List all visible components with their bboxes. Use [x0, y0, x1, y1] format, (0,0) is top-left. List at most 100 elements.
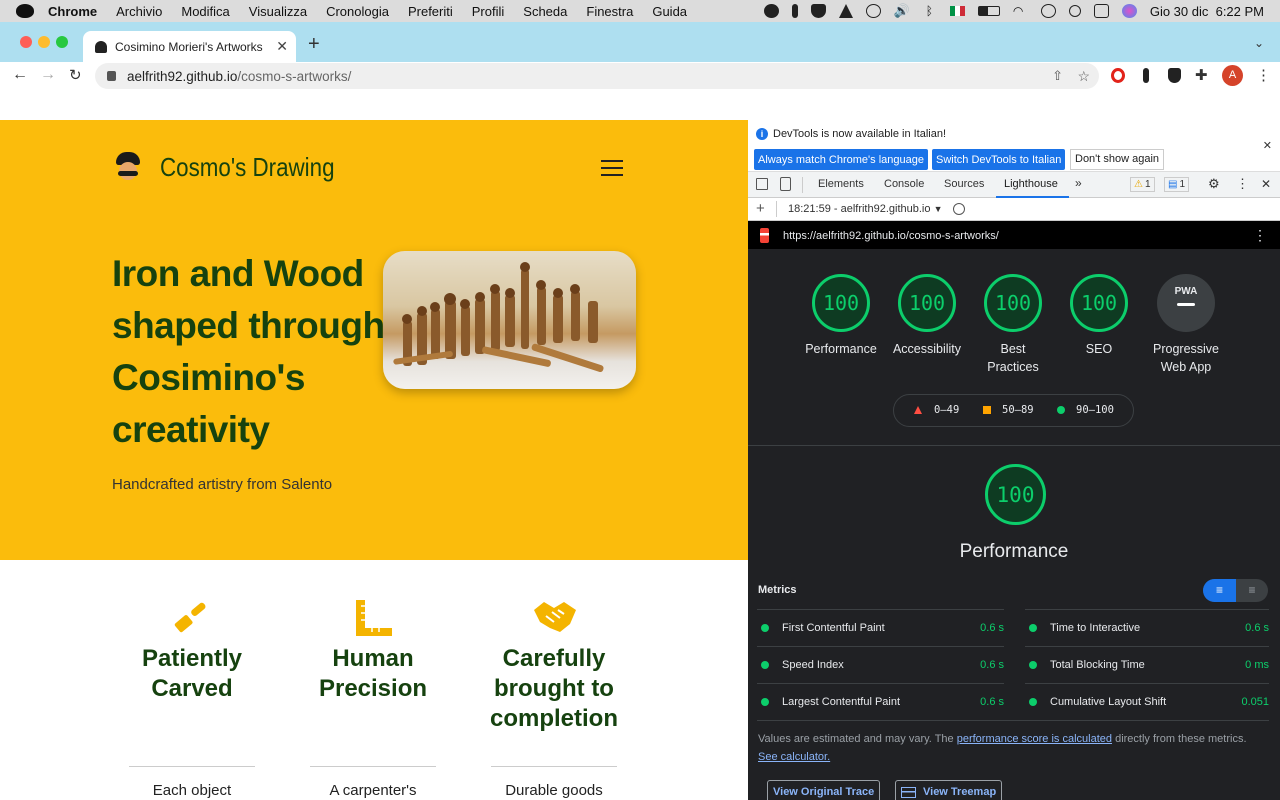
play-icon[interactable]	[865, 4, 881, 18]
bluetooth-icon[interactable]: ᛒ	[922, 4, 937, 18]
menu-modifica[interactable]: Modifica	[181, 4, 229, 19]
control-center-icon[interactable]	[1093, 4, 1109, 18]
tab-elements[interactable]: Elements	[818, 178, 864, 190]
messages-badge[interactable]: ▤ 1	[1164, 177, 1190, 192]
zoom-window-button[interactable]	[56, 36, 68, 48]
tab-console[interactable]: Console	[884, 178, 924, 190]
close-tab-icon[interactable]: ✕	[276, 38, 288, 55]
wifi-icon[interactable]: ◠	[1013, 4, 1028, 18]
switch-to-italian-button[interactable]: Switch DevTools to Italian	[932, 149, 1066, 170]
back-arrow-icon[interactable]: ←	[12, 66, 28, 84]
metric-value: 0 ms	[1245, 659, 1269, 671]
opera-extension-icon[interactable]	[1111, 68, 1125, 83]
apple-icon[interactable]	[16, 4, 34, 18]
location-icon[interactable]	[763, 4, 779, 18]
performance-score-large: 100	[996, 482, 1035, 507]
battery-icon[interactable]	[977, 6, 1000, 16]
close-window-button[interactable]	[20, 36, 32, 48]
volume-icon[interactable]: 🔊	[894, 4, 910, 18]
tab-lighthouse[interactable]: Lighthouse	[1004, 178, 1058, 190]
gauge-best-practices-score: 100	[994, 291, 1032, 315]
menu-profili[interactable]: Profili	[472, 4, 505, 19]
shield-extension-icon[interactable]	[1168, 68, 1181, 83]
minimize-window-button[interactable]	[38, 36, 50, 48]
report-menu-icon[interactable]: ⋮	[1253, 227, 1267, 244]
tab-sources[interactable]: Sources	[944, 178, 984, 190]
report-url[interactable]: https://aelfrith92.github.io/cosmo-s-art…	[783, 230, 999, 242]
metric-first-contentful-paint: First Contentful Paint 0.6 s	[757, 609, 1004, 646]
menubar-clock[interactable]: Gio 30 dic 6:22 PM	[1150, 4, 1264, 19]
view-treemap-button[interactable]: View Treemap	[895, 780, 1003, 800]
menu-archivio[interactable]: Archivio	[116, 4, 162, 19]
share-icon[interactable]: ⇧	[1052, 68, 1063, 84]
feature-title-precision: Human Precision	[318, 645, 428, 702]
gauge-accessibility[interactable]: 100	[898, 274, 956, 332]
report-selector[interactable]: 18:21:59 - aelfrith92.github.io ▼	[788, 203, 942, 215]
feature-divider	[310, 766, 436, 767]
devtools-menu-icon[interactable]: ⋮	[1236, 176, 1249, 192]
chrome-menu-icon[interactable]: ⋮	[1256, 66, 1271, 84]
view-original-trace-button[interactable]: View Original Trace	[767, 780, 881, 800]
warning-count: 1	[1144, 179, 1151, 190]
hamburger-menu-icon[interactable]	[601, 160, 623, 176]
gauge-best-practices[interactable]: 100	[984, 274, 1042, 332]
menu-cronologia[interactable]: Cronologia	[326, 4, 389, 19]
key-extension-icon[interactable]	[1143, 68, 1149, 83]
menu-chrome[interactable]: Chrome	[48, 4, 97, 19]
devtools-panel: i DevTools is now available in Italian! …	[748, 120, 1280, 800]
warning-icon: ⚠	[1134, 179, 1143, 190]
menu-visualizza[interactable]: Visualizza	[249, 4, 307, 19]
pass-dot-icon	[761, 624, 769, 632]
browser-tab[interactable]: Cosimino Morieri's Artworks ✕	[83, 31, 296, 62]
message-icon: ▤	[1168, 179, 1178, 190]
gauge-pwa[interactable]: PWA	[1157, 274, 1215, 332]
address-bar[interactable]: aelfrith92.github.io/cosmo-s-artworks/ ⇧…	[95, 63, 1099, 89]
spotlight-search-icon[interactable]	[1068, 5, 1081, 17]
extensions-puzzle-icon[interactable]: ✚	[1195, 66, 1208, 84]
detail-view-icon[interactable]: ≡	[1236, 579, 1268, 602]
inspect-element-icon[interactable]	[756, 178, 768, 190]
close-infobar-icon[interactable]: ✕	[1263, 139, 1272, 152]
time-machine-icon[interactable]	[1040, 4, 1056, 18]
summary-view-icon[interactable]: ≡	[1203, 579, 1236, 602]
metric-speed-index: Speed Index 0.6 s	[757, 646, 1004, 683]
see-calculator-link[interactable]: See calculator.	[758, 751, 830, 763]
menu-guida[interactable]: Guida	[652, 4, 687, 19]
vlc-icon[interactable]	[838, 4, 853, 18]
reload-icon[interactable]: ↻	[69, 66, 82, 84]
report-url-bar: https://aelfrith92.github.io/cosmo-s-art…	[748, 221, 1280, 249]
message-count: 1	[1179, 179, 1186, 190]
device-toolbar-icon[interactable]	[780, 177, 791, 191]
new-report-plus-icon[interactable]: +	[756, 200, 765, 217]
menu-preferiti[interactable]: Preferiti	[408, 4, 453, 19]
score-calculation-link[interactable]: performance score is calculated	[957, 733, 1112, 745]
clear-reports-icon[interactable]	[953, 203, 965, 215]
settings-gear-icon[interactable]: ⚙	[1208, 176, 1220, 192]
lock-icon[interactable]	[107, 71, 116, 81]
gauge-performance[interactable]: 100	[812, 274, 870, 332]
forward-arrow-icon[interactable]: →	[40, 66, 56, 84]
always-match-language-button[interactable]: Always match Chrome's language	[754, 149, 928, 170]
gauge-seo[interactable]: 100	[1070, 274, 1128, 332]
profile-avatar[interactable]: A	[1222, 65, 1243, 86]
new-tab-button[interactable]: +	[308, 33, 320, 56]
bookmark-star-icon[interactable]: ☆	[1077, 68, 1090, 85]
siri-icon[interactable]	[1121, 4, 1137, 18]
metric-name: Speed Index	[782, 659, 844, 671]
shield-icon[interactable]	[810, 4, 826, 18]
metrics-view-toggle[interactable]: ≡ ≡	[1203, 579, 1268, 602]
dont-show-again-button[interactable]: Don't show again	[1070, 149, 1165, 170]
legend-pass: 90–100	[1076, 404, 1114, 416]
menu-scheda[interactable]: Scheda	[523, 4, 567, 19]
warnings-badge[interactable]: ⚠ 1	[1130, 177, 1155, 192]
label-performance: Performance	[805, 342, 877, 356]
more-tabs-chevron-icon[interactable]: »	[1075, 176, 1082, 190]
metrics-bottom-border	[757, 720, 1269, 721]
site-brand[interactable]: Cosmo's Drawing	[160, 152, 335, 183]
tab-search-chevron-icon[interactable]: ⌄	[1254, 36, 1264, 50]
key-icon[interactable]	[791, 4, 798, 18]
italy-flag-icon[interactable]	[949, 6, 965, 16]
logo-icon[interactable]	[116, 152, 140, 182]
menu-finestra[interactable]: Finestra	[586, 4, 633, 19]
close-devtools-icon[interactable]: ✕	[1261, 177, 1271, 191]
